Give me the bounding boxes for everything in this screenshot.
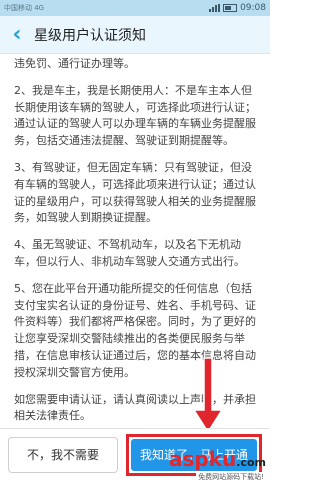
- header-bar: ‹ 星级用户认证须知: [0, 16, 270, 54]
- status-left: 中国移动 4G: [4, 3, 44, 13]
- notice-paragraph: 3、有驾驶证，但无固定车辆：只有驾驶证，但没有车辆的驾驶人，可选择此项来进行认证…: [14, 160, 256, 225]
- status-bar: 中国移动 4G 09:08: [0, 0, 270, 16]
- page-title: 星级用户认证须知: [34, 27, 146, 44]
- watermark-logo: aspku.com: [169, 447, 266, 472]
- notice-paragraph: 2、我是车主，我是长期使用人：不是车主本人但长期使用该车辆的驾驶人，可选择此项进…: [14, 83, 256, 148]
- status-time: 09:08: [240, 3, 266, 13]
- notice-paragraph: 违免罚、通行证办理等。: [14, 57, 135, 70]
- signal-icon: [209, 4, 221, 12]
- status-right: 09:08: [209, 3, 266, 13]
- battery-icon: [223, 4, 238, 12]
- notice-content[interactable]: 违免罚、通行证办理等。 2、我是车主，我是长期使用人：不是车主本人但长期使用该车…: [0, 54, 270, 428]
- carrier-label: 中国移动 4G: [4, 4, 45, 12]
- watermark-tagline: 免费网站源码下载站!: [196, 472, 266, 482]
- watermark-logo-suffix: .com: [236, 456, 266, 469]
- notice-paragraph: 4、虽无驾驶证、不驾机动车，以及名下无机动车，但以行人、非机动车驾驶人交通方式出…: [14, 238, 245, 268]
- watermark-logo-main: aspku: [169, 447, 237, 471]
- watermark: aspku.com 免费网站源码下载站!: [150, 447, 270, 482]
- back-icon[interactable]: ‹: [0, 16, 34, 54]
- decline-button[interactable]: 不，我不需要: [8, 436, 118, 473]
- red-arrow-icon: [192, 357, 224, 434]
